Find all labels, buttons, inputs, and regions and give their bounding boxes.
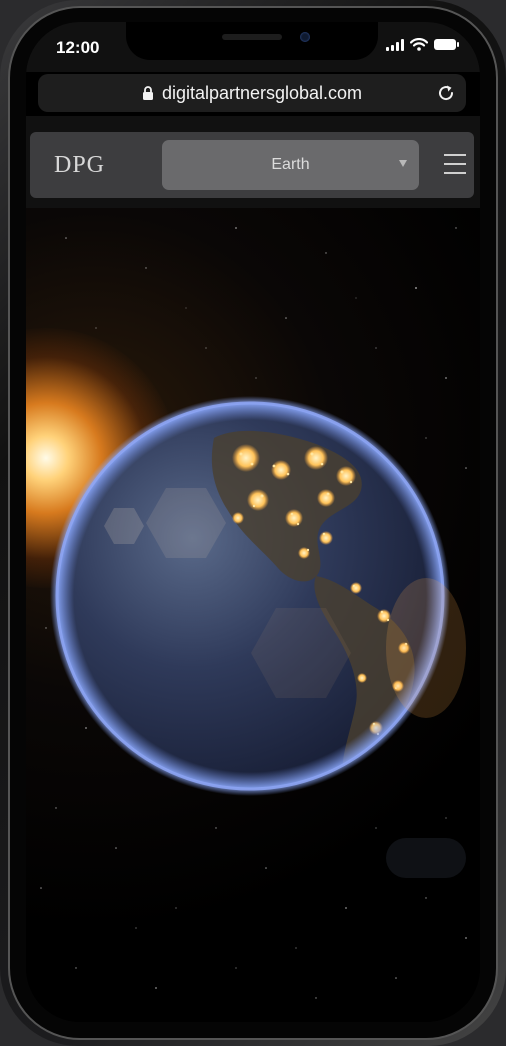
front-camera xyxy=(300,32,310,42)
earth-globe xyxy=(50,396,466,878)
hamburger-menu-icon[interactable] xyxy=(444,154,466,174)
lock-icon xyxy=(142,85,154,101)
battery-icon xyxy=(434,39,459,50)
phone-screen: 12:00 digitalpartnersglobal.com DPG Eart… xyxy=(26,22,480,1022)
planet-select-value: Earth xyxy=(271,156,310,173)
speaker-grille xyxy=(222,34,282,40)
notch xyxy=(126,22,378,60)
system-icons xyxy=(386,38,459,51)
site-navbar: DPG Earth xyxy=(30,132,474,198)
site-header-area: DPG Earth xyxy=(26,116,480,208)
site-logo[interactable]: DPG xyxy=(54,152,105,179)
status-bar: 12:00 xyxy=(26,22,480,72)
status-time: 12:00 xyxy=(56,38,100,57)
url-text: digitalpartnersglobal.com xyxy=(161,82,363,103)
reload-icon[interactable] xyxy=(436,83,456,103)
earth-hero-image xyxy=(26,208,480,1022)
planet-select[interactable]: Earth xyxy=(162,140,419,190)
wifi-icon xyxy=(410,38,428,51)
signal-icon xyxy=(386,38,404,51)
home-indicator[interactable] xyxy=(184,1008,324,1013)
chevron-down-icon xyxy=(399,160,407,167)
address-bar[interactable]: digitalpartnersglobal.com xyxy=(38,74,466,112)
